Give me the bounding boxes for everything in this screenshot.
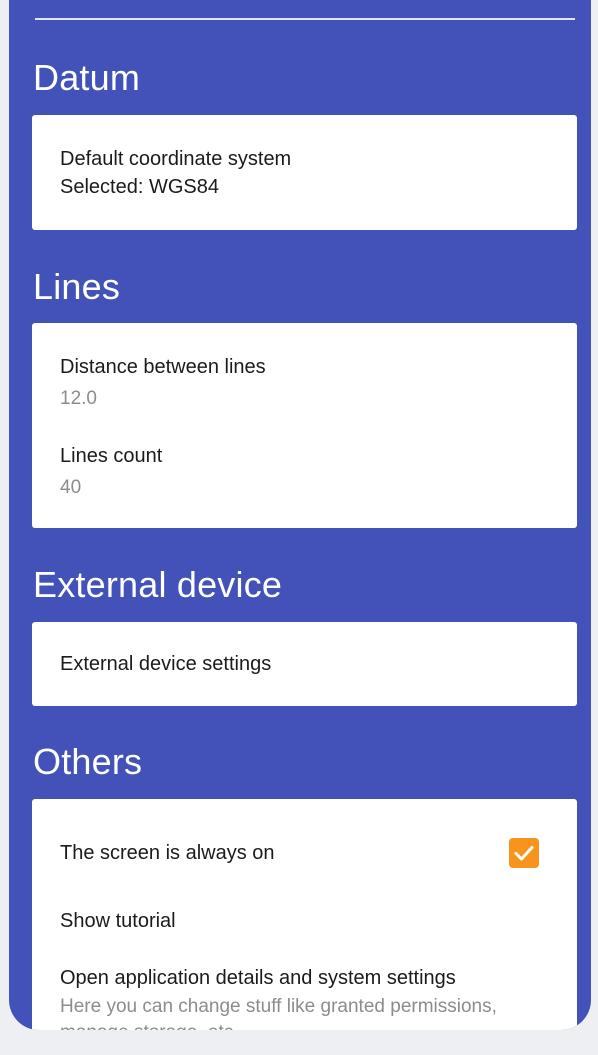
show-tutorial-title: Show tutorial [60, 910, 176, 932]
distance-between-lines-value: 12.0 [60, 388, 97, 409]
app-details-description: Here you can change stuff like granted p… [60, 996, 497, 1030]
default-coordinate-system-item[interactable]: Default coordinate system Selected: WGS8… [60, 145, 549, 201]
external-device-settings-item[interactable]: External device settings [60, 650, 549, 678]
external-device-card: External device settings [32, 622, 577, 706]
show-tutorial-item[interactable]: Show tutorial [60, 907, 549, 935]
default-coordinate-system-title: Default coordinate system [60, 148, 292, 170]
datum-card: Default coordinate system Selected: WGS8… [32, 115, 577, 230]
lines-count-item[interactable]: Lines count 40 [60, 442, 549, 502]
others-card: The screen is always on Show tutorial Op… [32, 799, 577, 1030]
check-icon [514, 846, 534, 861]
settings-screen: Datum Default coordinate system Selected… [9, 0, 591, 1030]
distance-between-lines-item[interactable]: Distance between lines 12.0 [60, 353, 549, 413]
bottom-bar [0, 1030, 598, 1055]
app-details-item[interactable]: Open application details and system sett… [60, 964, 549, 1030]
section-title-external-device: External device [33, 564, 283, 605]
screen-always-on-title: The screen is always on [60, 842, 275, 864]
screen-always-on-item[interactable]: The screen is always on [60, 839, 549, 867]
default-coordinate-system-selected: Selected: WGS84 [60, 176, 219, 198]
lines-card: Distance between lines 12.0 Lines count … [32, 323, 577, 528]
section-title-others: Others [33, 741, 143, 782]
distance-between-lines-title: Distance between lines [60, 356, 266, 378]
screen-always-on-checkbox[interactable] [509, 838, 539, 868]
app-details-title: Open application details and system sett… [60, 967, 456, 989]
section-title-lines: Lines [33, 266, 121, 307]
lines-count-value: 40 [60, 477, 82, 498]
top-divider [35, 18, 575, 20]
section-title-datum: Datum [33, 57, 141, 98]
lines-count-title: Lines count [60, 445, 163, 467]
external-device-settings-title: External device settings [60, 653, 272, 675]
